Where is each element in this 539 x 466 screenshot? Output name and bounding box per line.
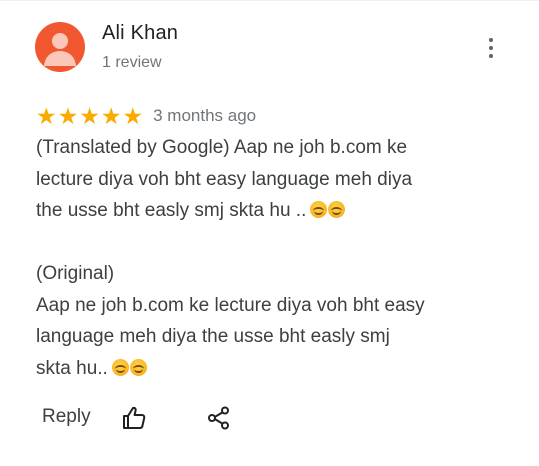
avatar[interactable]: [35, 22, 85, 72]
translated-line: lecture diya voh bht easy language meh d…: [36, 168, 413, 190]
thumbs-up-icon: [123, 406, 146, 429]
original-line: language meh diya the usse bht easly smj: [36, 326, 390, 347]
translated-line-text: the usse bht easly smj skta hu ..: [36, 200, 307, 221]
smiling-face-emoji-icon: [111, 358, 129, 376]
rating-row: ★ ★ ★ ★ ★ 3 months ago: [36, 103, 256, 129]
star-icon: ★: [79, 102, 100, 129]
star-icon: ★: [57, 102, 79, 129]
share-button[interactable]: [206, 405, 232, 431]
smiling-face-emoji-icon: [129, 358, 147, 376]
more-options-button[interactable]: [478, 30, 504, 66]
like-button[interactable]: [120, 404, 148, 432]
smiling-face-emoji-icon: [310, 201, 328, 218]
review-text: (Translated by Google) Aap ne joh b.com …: [36, 132, 476, 384]
star-icon: ★: [36, 102, 57, 129]
review-actions: Reply: [0, 398, 539, 438]
author-name[interactable]: Ali Khan: [102, 22, 178, 45]
person-icon: [44, 33, 76, 66]
reply-button[interactable]: Reply: [42, 406, 91, 428]
translated-line: (Translated by Google) Aap ne joh b.com …: [36, 137, 408, 158]
more-vert-icon: [489, 38, 493, 42]
original-line-text: skta hu..: [36, 357, 108, 379]
review-count: 1 review: [102, 54, 162, 71]
original-line: Aap ne joh b.com ke lecture diya voh bht…: [36, 294, 425, 316]
original-label: (Original): [36, 263, 115, 284]
review-time: 3 months ago: [153, 106, 257, 125]
smiling-face-emoji-icon: [328, 201, 346, 218]
translated-line-last: the usse bht easly smj skta hu ..: [36, 195, 476, 227]
star-icon: ★: [100, 102, 122, 129]
original-line-last: skta hu..: [36, 353, 476, 385]
star-icon: ★: [122, 102, 144, 129]
top-divider: [0, 0, 539, 1]
star-rating: ★ ★ ★ ★ ★: [36, 102, 144, 129]
share-icon: [208, 406, 229, 430]
